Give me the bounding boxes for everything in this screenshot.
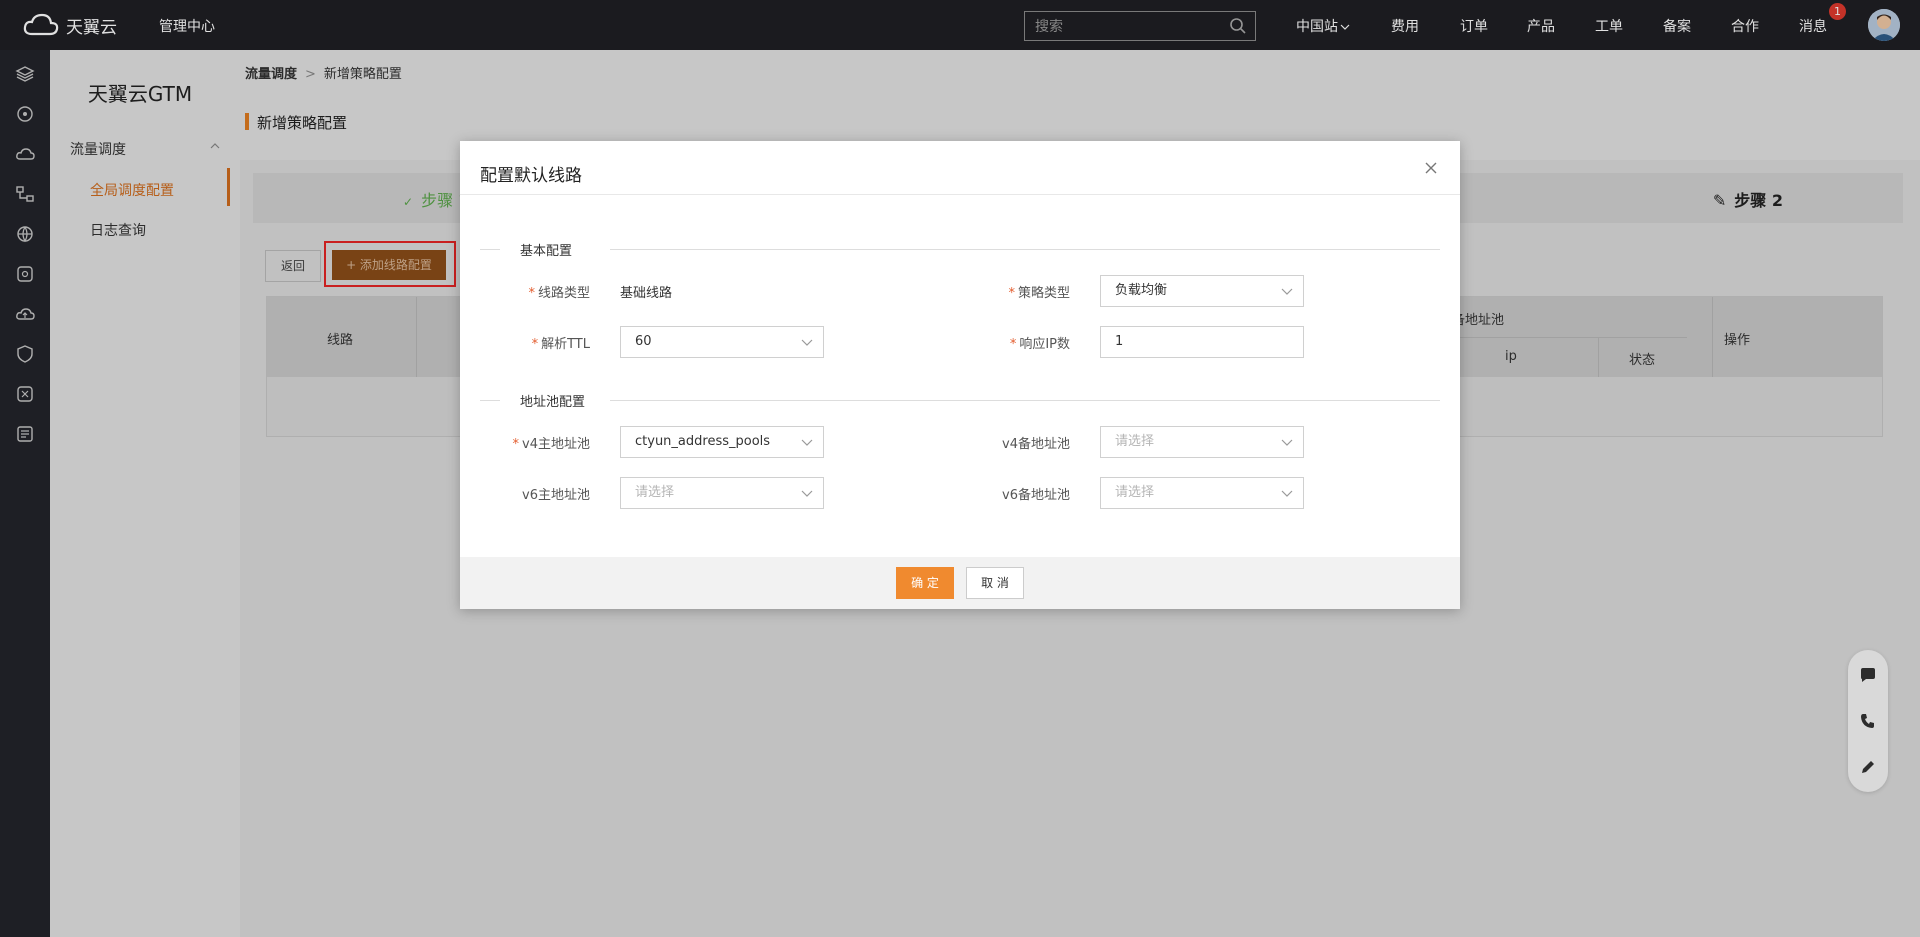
ttl-label: * 解析TTL <box>531 337 590 352</box>
v6-backup-pool-label: v6备地址池 <box>1002 488 1070 503</box>
v4-backup-pool-label: v4备地址池 <box>1002 437 1070 452</box>
cancel-button[interactable]: 取 消 <box>966 567 1024 599</box>
v4-main-pool-label: * v4主地址池 <box>512 437 590 452</box>
response-ip-label: * 响应IP数 <box>1009 337 1070 352</box>
section-pool: 地址池配置 <box>480 391 1440 411</box>
section-basic-label: 基本配置 <box>520 240 583 259</box>
v6-main-pool-select[interactable]: 请选择 <box>620 477 824 509</box>
default-line-dialog: 配置默认线路 基本配置 * 线路类型 基础线路 * 策略类型 负载均衡 * 解析TTL… <box>460 141 1460 609</box>
v4-main-pool-select[interactable]: ctyun_address_pools <box>620 426 824 458</box>
ttl-select[interactable]: 60 <box>620 326 824 358</box>
strategy-type-select[interactable]: 负载均衡 <box>1100 275 1304 307</box>
chevron-down-icon <box>801 439 813 446</box>
section-basic: 基本配置 <box>480 240 1440 260</box>
chevron-down-icon <box>1281 439 1293 446</box>
v4-backup-pool-select[interactable]: 请选择 <box>1100 426 1304 458</box>
dialog-footer: 确 定 取 消 <box>460 557 1460 609</box>
dialog-title: 配置默认线路 <box>480 166 582 186</box>
strategy-type-label: * 策略类型 <box>1008 286 1070 301</box>
line-type-value: 基础线路 <box>620 286 673 301</box>
close-icon[interactable] <box>1424 161 1438 175</box>
v6-main-pool-label: v6主地址池 <box>522 488 590 503</box>
line-type-label: * 线路类型 <box>528 286 590 301</box>
chevron-down-icon <box>1281 490 1293 497</box>
dialog-header: 配置默认线路 <box>460 141 1460 195</box>
chevron-down-icon <box>801 490 813 497</box>
chevron-down-icon <box>1281 288 1293 295</box>
response-ip-input[interactable]: 1 <box>1100 326 1304 358</box>
section-pool-label: 地址池配置 <box>520 391 596 410</box>
v6-backup-pool-select[interactable]: 请选择 <box>1100 477 1304 509</box>
chevron-down-icon <box>801 339 813 346</box>
confirm-button[interactable]: 确 定 <box>896 567 954 599</box>
